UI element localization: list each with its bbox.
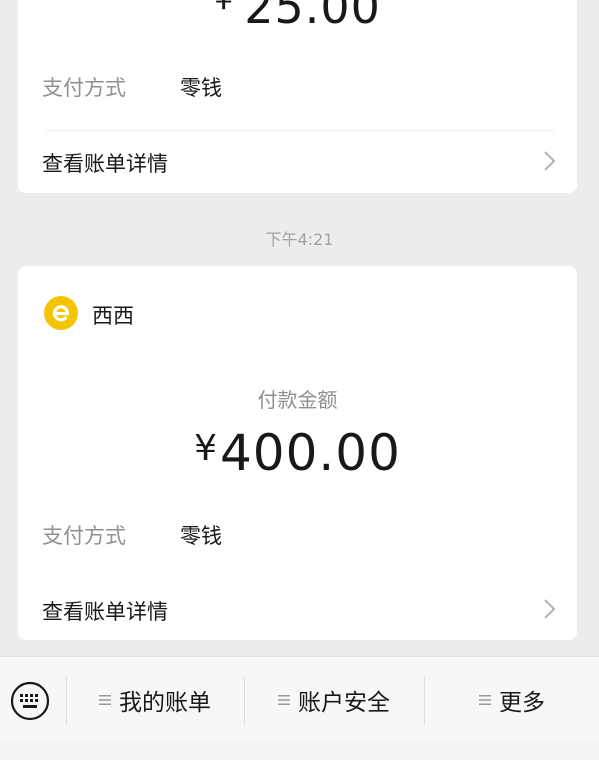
view-bill-details-link[interactable]: 查看账单详情 [18,132,577,192]
payment-card: 西西 付款金额 ¥400.00 支付方式 零钱 查看账单详情 [18,266,577,640]
chevron-right-icon [544,599,556,619]
divider [46,130,554,131]
service-menu-bar: 我的账单 账户安全 更多 [0,656,599,744]
merchant-logo-icon [44,296,78,330]
chevron-right-icon [544,151,556,171]
menu-item-label: 我的账单 [119,690,211,716]
menu-item-more[interactable]: 更多 [425,657,599,743]
amount-value: 25.00 [244,0,381,34]
menu-lines-icon [99,695,111,705]
menu-item-account-security[interactable]: 账户安全 [245,657,423,743]
payment-method-value: 零钱 [180,76,222,100]
pay-amount-label: 付款金额 [257,388,338,412]
view-bill-details-label: 查看账单详情 [42,152,168,176]
currency-symbol: ¥ [194,428,218,469]
payment-amount: ¥400.00 [18,424,577,482]
payment-card-previous: ¥25.00 支付方式 零钱 查看账单详情 [18,0,577,193]
amount-value: 400.00 [219,424,401,482]
payment-method-label: 支付方式 [42,524,126,548]
menu-item-label: 更多 [499,690,545,716]
menu-item-label: 账户安全 [298,690,390,716]
keyboard-icon[interactable] [10,681,50,721]
menu-lines-icon [479,695,491,705]
message-timestamp: 下午4:21 [265,230,334,249]
payment-method-label: 支付方式 [42,76,126,100]
bottom-safe-area [0,743,599,760]
merchant-name: 西西 [92,304,134,328]
payment-method-value: 零钱 [180,524,222,548]
menu-lines-icon [278,695,290,705]
menu-item-my-bills[interactable]: 我的账单 [67,657,243,743]
view-bill-details-link[interactable]: 查看账单详情 [18,580,577,640]
currency-symbol: ¥ [214,0,234,17]
view-bill-details-label: 查看账单详情 [42,600,168,624]
payment-amount: ¥25.00 [18,0,577,34]
